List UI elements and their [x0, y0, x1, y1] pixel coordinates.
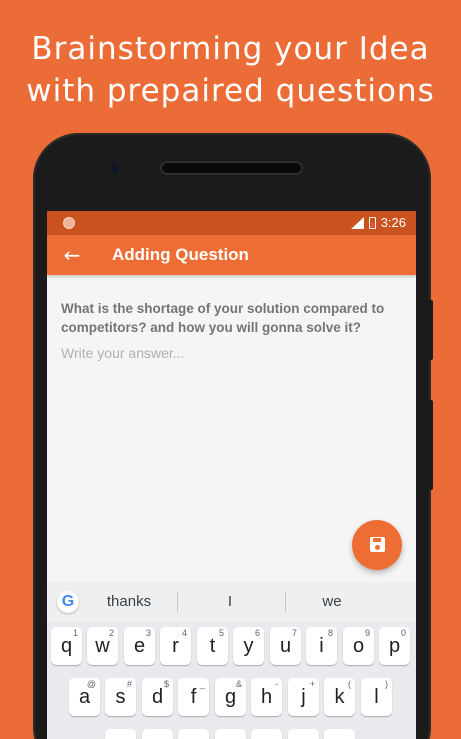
- keyboard-key[interactable]: [178, 729, 209, 739]
- google-icon[interactable]: G: [57, 591, 79, 613]
- key-o[interactable]: o9: [343, 627, 374, 665]
- app-bar: ← Adding Question: [47, 235, 416, 275]
- key-u[interactable]: u7: [270, 627, 301, 665]
- front-camera: [110, 164, 119, 173]
- keyboard-key[interactable]: [105, 729, 136, 739]
- suggestion-divider: [177, 592, 178, 612]
- headline-line-1: Brainstorming your Idea: [31, 31, 430, 67]
- key-e[interactable]: e3: [124, 627, 155, 665]
- key-a[interactable]: a @: [69, 678, 100, 716]
- suggestion-item[interactable]: we: [317, 592, 347, 612]
- key-f[interactable]: f _: [178, 678, 209, 716]
- key-r[interactable]: r4: [160, 627, 191, 665]
- page-title: Adding Question: [112, 245, 249, 264]
- power-button: [429, 300, 433, 360]
- key-g[interactable]: g &: [215, 678, 246, 716]
- save-button[interactable]: [352, 520, 402, 570]
- promo-headline: Brainstorming your Idea with prepaired q…: [0, 28, 461, 112]
- battery-icon: [368, 217, 376, 229]
- key-i[interactable]: i8: [306, 627, 337, 665]
- key-t[interactable]: t5: [197, 627, 228, 665]
- answer-input[interactable]: [61, 341, 401, 365]
- key-y[interactable]: y6: [233, 627, 264, 665]
- key-w[interactable]: w2: [87, 627, 118, 665]
- key-s[interactable]: s #: [105, 678, 136, 716]
- status-indicators: 3:26: [350, 214, 406, 232]
- question-text: What is the shortage of your solution co…: [61, 301, 385, 335]
- notification-icon: [63, 217, 75, 229]
- key-k[interactable]: k(: [324, 678, 355, 716]
- key-p[interactable]: p0: [379, 627, 410, 665]
- back-arrow-icon[interactable]: ←: [61, 244, 83, 266]
- keyboard-key[interactable]: [324, 729, 355, 739]
- key-l[interactable]: l): [361, 678, 392, 716]
- key-q[interactable]: q1: [51, 627, 82, 665]
- status-bar: 3:26: [47, 211, 416, 235]
- volume-button: [429, 400, 433, 490]
- save-icon: [370, 537, 385, 552]
- suggestion-item[interactable]: thanks: [99, 592, 159, 612]
- signal-icon: [350, 217, 364, 229]
- key-h[interactable]: h-: [251, 678, 282, 716]
- suggestion-item[interactable]: I: [215, 592, 245, 612]
- key-j[interactable]: j +: [288, 678, 319, 716]
- status-time: 3:26: [380, 215, 406, 230]
- suggestion-divider: [285, 592, 286, 612]
- keyboard-key[interactable]: [288, 729, 319, 739]
- key-d[interactable]: d $: [142, 678, 173, 716]
- earpiece-speaker: [160, 161, 303, 175]
- keyboard-key[interactable]: [251, 729, 282, 739]
- keyboard-key[interactable]: [142, 729, 173, 739]
- suggestion-strip: G thanks I we: [47, 582, 416, 622]
- phone-screen: 3:26 ← Adding Question What is the short…: [47, 211, 416, 739]
- headline-line-2: with prepaired questions: [26, 73, 435, 109]
- keyboard-key[interactable]: [215, 729, 246, 739]
- soft-keyboard: G thanks I we q1 w2 e3 r4 t5 y6 u7 i8 o9…: [47, 582, 416, 739]
